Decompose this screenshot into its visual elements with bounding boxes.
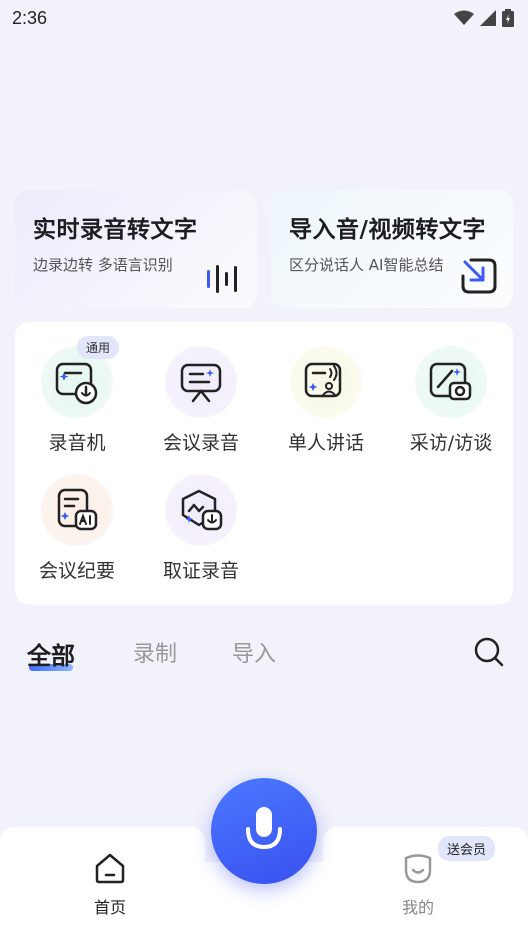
tab-imported[interactable]: 导入	[232, 636, 276, 668]
audio-wave-icon	[207, 265, 237, 293]
tool-interview[interactable]: 采访/访谈	[389, 346, 513, 455]
tab-all[interactable]: 全部	[27, 636, 75, 671]
tool-meeting-label: 会议录音	[162, 432, 239, 454]
meeting-board-icon	[180, 363, 222, 403]
home-icon	[95, 853, 125, 884]
tool-evidence-label: 取证录音	[162, 560, 239, 582]
tool-evidence-recording[interactable]: 取证录音	[139, 474, 263, 583]
realtime-card-title: 实时录音转文字	[33, 217, 198, 243]
search-icon	[474, 637, 504, 667]
status-bar: 2:36	[0, 0, 528, 36]
import-card-title: 导入音/视频转文字	[289, 217, 486, 243]
tool-recorder-badge: 通用	[77, 336, 120, 359]
tool-meeting-icon-wrap	[165, 346, 237, 418]
nav-mine-label: 我的	[401, 898, 434, 917]
status-time: 2:36	[12, 7, 48, 28]
nav-home-label: 首页	[93, 898, 126, 917]
tool-speaker-label: 单人讲话	[287, 432, 364, 454]
meeting-minutes-icon	[57, 488, 98, 531]
tool-interview-icon-wrap	[415, 346, 487, 418]
interview-icon	[429, 362, 472, 401]
microphone-icon	[246, 807, 282, 850]
tool-recorder-label: 录音机	[48, 432, 106, 454]
nav-home[interactable]: 首页	[70, 852, 150, 918]
tool-speaker-icon-wrap	[290, 346, 362, 418]
tool-minutes-label: 会议纪要	[38, 560, 115, 582]
nav-mine[interactable]: 我的	[378, 852, 458, 918]
tool-single-speaker[interactable]: 单人讲话	[264, 346, 388, 455]
tool-recorder[interactable]: 录音机	[15, 346, 139, 455]
status-icons	[454, 9, 514, 27]
wifi-icon	[454, 10, 474, 25]
tool-minutes-icon-wrap	[41, 474, 113, 546]
recorder-icon	[55, 362, 98, 405]
profile-face-icon	[404, 854, 432, 884]
tools-panel: 录音机 通用 会议录音 单人讲话 采访/访谈 会议纪要 取证录音	[15, 322, 513, 605]
import-arrow-icon	[461, 258, 497, 294]
tool-interview-label: 采访/访谈	[409, 432, 493, 454]
tool-meeting-recording[interactable]: 会议录音	[139, 346, 263, 455]
tab-recorded[interactable]: 录制	[133, 636, 177, 668]
record-mic-button[interactable]	[211, 778, 317, 884]
battery-icon	[502, 9, 514, 27]
search-button[interactable]	[473, 636, 505, 672]
import-transcribe-card[interactable]: 导入音/视频转文字 区分说话人 AI智能总结	[271, 190, 513, 308]
vip-gift-badge[interactable]: 送会员	[438, 836, 496, 861]
tool-meeting-minutes[interactable]: 会议纪要	[15, 474, 139, 583]
filter-tabs: 全部 录制 导入	[0, 630, 528, 680]
tool-evidence-icon-wrap	[165, 474, 237, 546]
evidence-shield-icon	[181, 489, 223, 531]
signal-icon	[480, 10, 496, 26]
speaker-icon	[304, 362, 342, 398]
realtime-transcribe-card[interactable]: 实时录音转文字 边录边转 多语言识别	[15, 190, 257, 308]
